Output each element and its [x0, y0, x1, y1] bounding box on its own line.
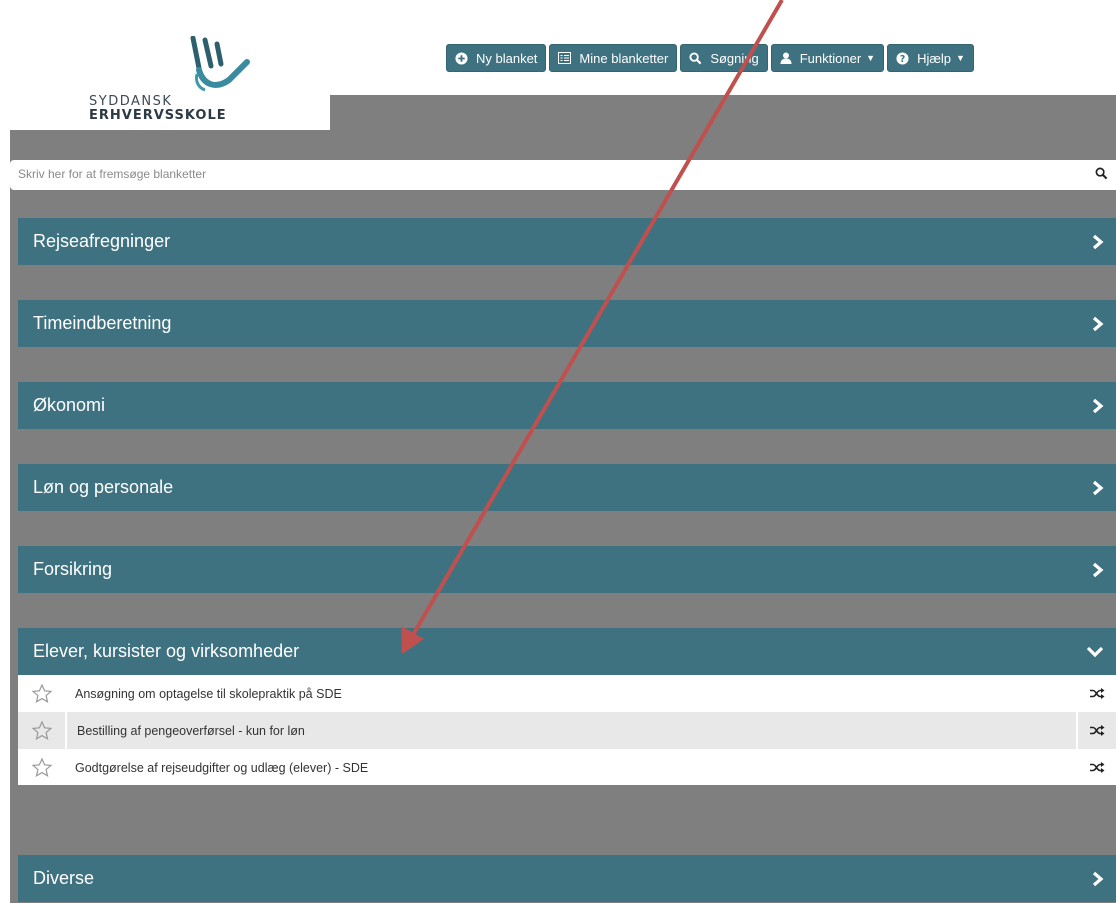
category-label: Forsikring: [33, 559, 113, 579]
help-label: Hjælp: [917, 50, 952, 66]
category-diverse[interactable]: Diverse: [18, 855, 1116, 902]
svg-text:?: ?: [900, 53, 905, 64]
list-item[interactable]: Ansøgning om optagelse til skolepraktik …: [18, 675, 1116, 712]
search-input[interactable]: [10, 160, 1086, 188]
caret-down-icon: ▼: [866, 53, 876, 63]
star-icon[interactable]: [18, 721, 65, 740]
new-form-button[interactable]: Ny blanket: [446, 44, 547, 72]
form-title[interactable]: Ansøgning om optagelse til skolepraktik …: [65, 675, 1078, 712]
logo-text-line1: SYDDANSK: [89, 94, 173, 109]
category-rejseafregninger[interactable]: Rejseafregninger: [18, 218, 1116, 265]
list-icon: [558, 52, 572, 64]
header: SYDDANSK ERHVERVSSKOLE Ny blanket Mine b…: [0, 0, 1116, 130]
functions-label: Funktioner: [799, 50, 862, 66]
caret-down-icon: ▼: [956, 53, 965, 63]
chevron-right-icon: [1092, 562, 1104, 578]
category-label: Timeindberetning: [33, 313, 172, 333]
help-dropdown[interactable]: ? Hjælp ▼: [887, 44, 974, 72]
category-label: Økonomi: [33, 395, 106, 415]
my-forms-label: Mine blanketter: [579, 50, 669, 66]
star-icon[interactable]: [18, 684, 65, 703]
form-title[interactable]: Godtgørelse af rejseudgifter og udlæg (e…: [65, 749, 1078, 786]
form-list: Ansøgning om optagelse til skolepraktik …: [18, 675, 1116, 785]
search-icon[interactable]: [1095, 167, 1108, 185]
chevron-right-icon: [1092, 398, 1104, 414]
new-form-label: Ny blanket: [476, 50, 538, 66]
my-forms-button[interactable]: Mine blanketter: [549, 44, 678, 72]
chevron-right-icon: [1092, 480, 1104, 496]
functions-dropdown[interactable]: Funktioner ▼: [770, 44, 885, 72]
plus-circle-icon: [455, 51, 468, 65]
category-label: Løn og personale: [33, 477, 174, 497]
search-label: Søgning: [710, 50, 759, 66]
chevron-right-icon: [1092, 871, 1104, 887]
category-label: Diverse: [33, 868, 95, 888]
category-forsikring[interactable]: Forsikring: [18, 546, 1116, 593]
header-bar: [330, 95, 1116, 130]
chevron-right-icon: [1092, 316, 1104, 332]
question-circle-icon: ?: [896, 51, 909, 65]
search-bar: [10, 160, 1116, 190]
category-lon-og-personale[interactable]: Løn og personale: [18, 464, 1116, 511]
category-label: Rejseafregninger: [33, 231, 171, 251]
list-item[interactable]: Godtgørelse af rejseudgifter og udlæg (e…: [18, 749, 1116, 786]
category-elever-kursister-virksomheder[interactable]: Elever, kursister og virksomheder: [18, 628, 1116, 675]
chevron-right-icon: [1092, 234, 1104, 250]
shuffle-icon[interactable]: [1078, 675, 1116, 712]
chevron-down-icon: [1086, 646, 1104, 658]
search-icon: [689, 51, 702, 65]
category-okonomi[interactable]: Økonomi: [18, 382, 1116, 429]
category-label: Elever, kursister og virksomheder: [33, 641, 300, 661]
form-title[interactable]: Bestilling af pengeoverførsel - kun for …: [65, 712, 1078, 749]
logo-text-line2: ERHVERVSSKOLE: [89, 108, 227, 123]
search-button[interactable]: Søgning: [680, 44, 768, 72]
list-item[interactable]: Bestilling af pengeoverførsel - kun for …: [18, 712, 1116, 749]
category-timeindberetning[interactable]: Timeindberetning: [18, 300, 1116, 347]
hand-logo-icon: [190, 36, 250, 92]
shuffle-icon[interactable]: [1078, 712, 1116, 749]
user-icon: [780, 52, 792, 64]
shuffle-icon[interactable]: [1078, 749, 1116, 786]
top-nav: Ny blanket Mine blanketter Søgning Funkt…: [446, 44, 974, 72]
star-icon[interactable]: [18, 758, 65, 777]
logo[interactable]: SYDDANSK ERHVERVSSKOLE: [75, 30, 275, 125]
